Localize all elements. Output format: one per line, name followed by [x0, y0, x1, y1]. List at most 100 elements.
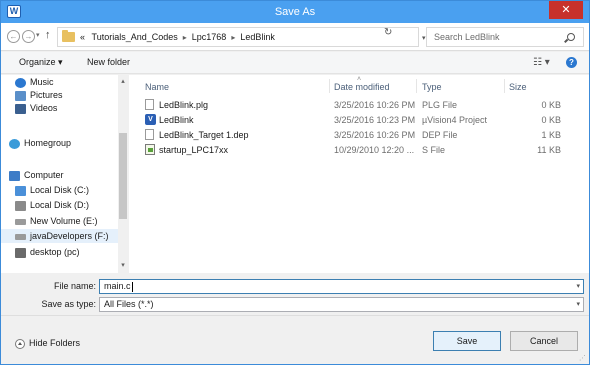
file-icon — [145, 99, 154, 110]
tree-item-local-disk-c[interactable]: Local Disk (C:) — [15, 183, 89, 197]
tree-item-desktop-pc[interactable]: desktop (pc) — [15, 245, 80, 259]
tree-item-label: Pictures — [30, 90, 63, 100]
videos-icon — [15, 103, 26, 114]
tree-item-computer[interactable]: Computer — [9, 168, 64, 182]
back-arrow-icon: ← — [9, 32, 18, 41]
homegroup-icon — [9, 138, 20, 149]
tree-item-label: Music — [30, 77, 54, 87]
search-icon — [567, 33, 575, 41]
up-arrow-icon: ↑ — [45, 29, 51, 41]
tree-item-homegroup[interactable]: Homegroup — [9, 136, 71, 150]
file-list[interactable]: ˄ Name Date modified Type Size LedBlink.… — [129, 75, 589, 273]
file-date: 3/25/2016 10:23 PM — [334, 115, 416, 125]
refresh-button[interactable]: ↻ — [384, 27, 392, 38]
column-divider[interactable] — [329, 79, 330, 93]
column-header-date-modified[interactable]: Date modified — [334, 82, 390, 92]
file-row[interactable]: startup_LPC17xx 10/29/2010 12:20 ... S F… — [129, 143, 589, 157]
file-type: PLG File — [422, 100, 458, 110]
tree-item-pictures[interactable]: Pictures — [15, 88, 63, 102]
file-name-field[interactable]: main.c ▾ — [99, 279, 584, 294]
file-size: 1 KB — [541, 130, 561, 140]
tree-item-label: Homegroup — [24, 138, 72, 148]
help-icon[interactable]: ? — [566, 57, 577, 68]
navigation-bar: ← → ▾ ↑ « Tutorials_And_Codes ▸ Lpc1768 ▸ Le… — [1, 23, 589, 51]
disk-c-icon — [15, 185, 26, 196]
tree-item-label: desktop (pc) — [30, 247, 80, 257]
refresh-icon: ↻ — [384, 27, 393, 38]
file-row[interactable]: LedBlink.plg 3/25/2016 10:26 PM PLG File… — [129, 98, 589, 112]
tree-item-videos[interactable]: Videos — [15, 101, 57, 115]
tree-item-label: Videos — [30, 103, 58, 113]
command-toolbar: Organize ▾ New folder ☷ ▾ ? — [1, 52, 589, 74]
tree-item-javadevelopers-f[interactable]: javaDevelopers (F:) — [1, 229, 118, 243]
column-divider[interactable] — [504, 79, 505, 93]
breadcrumb: « Tutorials_And_Codes ▸ Lpc1768 ▸ LedBlink — [80, 28, 275, 46]
column-header-size[interactable]: Size — [509, 82, 527, 92]
window-title: Save As — [274, 6, 316, 18]
tree-item-label: javaDevelopers (F:) — [30, 231, 109, 241]
column-header-type[interactable]: Type — [422, 82, 442, 92]
save-type-select[interactable]: All Files (*.*) ▾ — [99, 297, 584, 312]
file-name-dropdown-icon[interactable]: ▾ — [576, 282, 580, 290]
file-icon — [145, 129, 154, 140]
up-button[interactable]: ↑ — [45, 29, 51, 41]
search-placeholder: Search LedBlink — [434, 32, 500, 42]
column-header-name[interactable]: Name — [145, 82, 169, 92]
scroll-down-icon[interactable]: ▾ — [118, 261, 128, 271]
save-type-dropdown-icon[interactable]: ▾ — [576, 300, 580, 308]
scrollbar-thumb[interactable] — [119, 133, 127, 219]
uvision-project-icon: V — [145, 114, 156, 125]
tree-item-local-disk-d[interactable]: Local Disk (D:) — [15, 198, 89, 212]
navigation-pane[interactable]: Music Pictures Videos Homegroup Computer… — [1, 75, 128, 273]
forward-button[interactable]: → — [22, 30, 35, 43]
scroll-up-icon[interactable]: ▴ — [118, 77, 128, 87]
search-input[interactable]: Search LedBlink — [426, 27, 584, 47]
save-button[interactable]: Save — [433, 331, 501, 351]
close-button[interactable]: ✕ — [549, 1, 583, 19]
network-drive-icon — [15, 247, 26, 258]
file-name: startup_LPC17xx — [159, 145, 229, 155]
breadcrumb-item-ledblink[interactable]: LedBlink — [240, 32, 275, 42]
tree-item-label: New Volume (E:) — [30, 216, 98, 226]
address-bar[interactable]: « Tutorials_And_Codes ▸ Lpc1768 ▸ LedBlink ▾ — [57, 27, 426, 47]
breadcrumb-separator-icon[interactable]: ▸ — [183, 33, 187, 42]
title-bar[interactable]: W Save As ✕ — [1, 1, 589, 23]
hide-folders-button[interactable]: Hide Folders — [15, 338, 80, 349]
file-name: LedBlink — [159, 115, 194, 125]
collapse-icon — [15, 338, 25, 349]
resize-grip-icon[interactable]: ⋰ — [579, 354, 586, 362]
organize-button[interactable]: Organize ▾ — [19, 57, 63, 68]
breadcrumb-item-lpc1768[interactable]: Lpc1768 — [192, 32, 227, 42]
address-dropdown[interactable]: ▾ — [422, 34, 426, 42]
save-options: File name: main.c ▾ Save as type: All Fi… — [1, 274, 589, 314]
file-type: S File — [422, 145, 446, 155]
music-icon — [15, 77, 26, 88]
file-row[interactable]: LedBlink_Target 1.dep 3/25/2016 10:26 PM… — [129, 128, 589, 142]
file-row[interactable]: V LedBlink 3/25/2016 10:23 PM µVision4 P… — [129, 113, 589, 127]
dialog-footer: Hide Folders Save Cancel ⋰ — [1, 315, 589, 364]
s-file-icon — [145, 144, 155, 155]
breadcrumb-overflow[interactable]: « — [80, 32, 85, 42]
cancel-button[interactable]: Cancel — [510, 331, 578, 351]
tree-item-new-volume-e[interactable]: New Volume (E:) — [15, 214, 98, 228]
file-name-value: main.c — [104, 281, 133, 292]
tree-item-label: Local Disk (D:) — [30, 200, 90, 210]
close-icon: ✕ — [561, 4, 571, 16]
tree-item-music[interactable]: Music — [15, 75, 54, 89]
navigation-scrollbar[interactable]: ▴ ▾ — [118, 75, 128, 273]
new-folder-button[interactable]: New folder — [87, 57, 130, 67]
save-type-value: All Files (*.*) — [104, 299, 154, 309]
column-divider[interactable] — [416, 79, 417, 93]
drive-f-icon — [15, 233, 26, 240]
pictures-icon — [15, 90, 26, 101]
view-options-icon[interactable]: ☷ ▾ — [533, 57, 550, 68]
file-date: 10/29/2010 12:20 ... — [334, 145, 415, 155]
folder-icon — [62, 30, 75, 42]
file-name: LedBlink.plg — [159, 100, 209, 110]
breadcrumb-separator-icon[interactable]: ▸ — [231, 33, 235, 42]
breadcrumb-item-tutorials[interactable]: Tutorials_And_Codes — [92, 32, 178, 42]
recent-locations-dropdown[interactable]: ▾ — [36, 31, 40, 39]
back-button[interactable]: ← — [7, 30, 20, 43]
save-type-label: Save as type: — [41, 299, 96, 309]
file-size: 11 KB — [537, 145, 561, 155]
